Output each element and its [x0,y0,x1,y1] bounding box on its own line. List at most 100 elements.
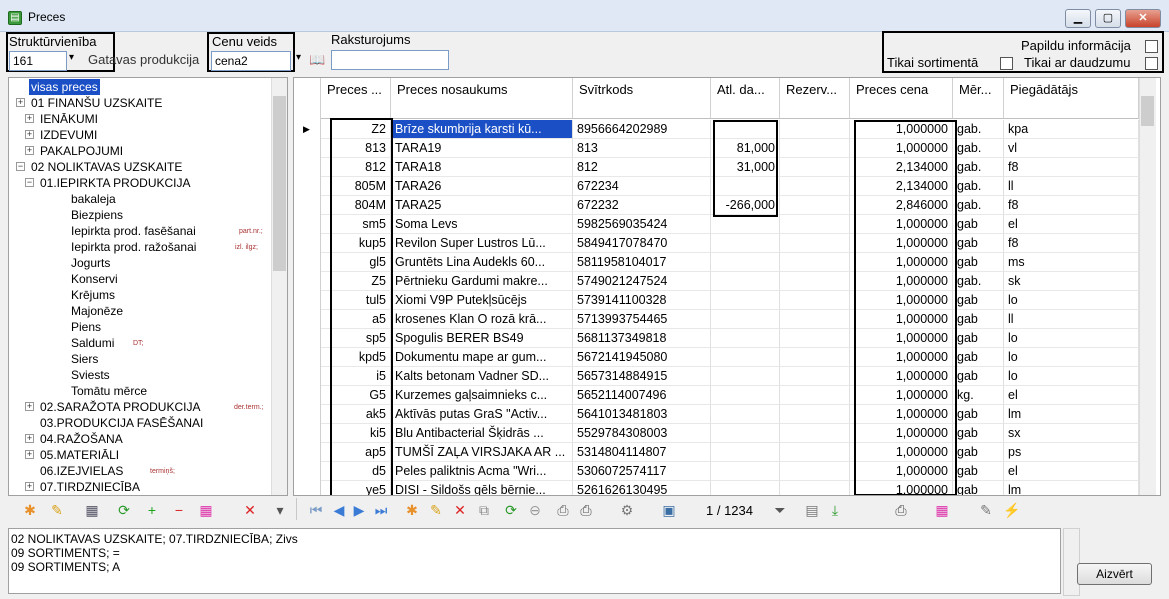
tree-scroll-thumb[interactable] [273,96,286,271]
refresh-icon[interactable]: ⟳ [114,500,134,520]
grid-cell[interactable]: 5672141945080 [573,348,711,367]
grid-cell[interactable] [780,329,850,348]
expand-toggle-icon[interactable]: + [25,114,34,123]
grid-cell[interactable] [711,215,780,234]
grid-cell[interactable] [711,272,780,291]
grid-cell[interactable] [711,386,780,405]
grid-cell[interactable]: 672232 [573,196,711,215]
grid-cell[interactable]: gab [953,234,1004,253]
grid-cell[interactable] [711,424,780,443]
grid-cell[interactable]: TARA18 [391,158,573,177]
sortiment-checkbox[interactable] [1000,57,1013,70]
grid-cell[interactable]: lo [1004,291,1139,310]
grid-cell[interactable]: DISI - Sildošs gēls bērnie... [391,481,573,495]
grid-cell[interactable]: gab. [953,196,1004,215]
printer-icon[interactable]: ⎙ [891,500,911,520]
grid-icon[interactable]: ▦ [196,500,216,520]
grid-cell[interactable]: 5261626130495 [573,481,711,495]
tree-item[interactable]: 02.SARAŽOTA PRODUKCIJA [40,399,200,415]
cenu-input[interactable] [211,51,291,71]
grid-cell[interactable]: Revilon Super Lustros Lū... [391,234,573,253]
grid-cell[interactable] [780,348,850,367]
import-icon[interactable]: ⤓ [825,500,845,520]
grid-cell[interactable]: TARA19 [391,139,573,158]
grid-cell[interactable]: Xiomi V9P Putekļsūcējs [391,291,573,310]
grid-cell[interactable]: Gruntēts Lina Audekls 60... [391,253,573,272]
tree-item[interactable]: visas preces [29,79,100,95]
edit-icon[interactable]: ✎ [426,500,446,520]
grid-cell[interactable] [711,348,780,367]
grid-cell[interactable]: f8 [1004,234,1139,253]
grid-cell[interactable] [780,215,850,234]
raksturojums-input[interactable] [331,50,449,70]
grid-cell[interactable] [711,443,780,462]
column-header[interactable]: Piegādātājs [1004,78,1139,119]
grid-cell[interactable]: Kalts betonam Vadner SD... [391,367,573,386]
copy-icon[interactable]: ⧉ [474,500,494,520]
grid-cell[interactable]: 812 [573,158,711,177]
grid-cell[interactable]: f8 [1004,158,1139,177]
grid-cell[interactable]: f8 [1004,196,1139,215]
printer-icon[interactable]: ⎙ [576,500,596,520]
expand-toggle-icon[interactable]: + [25,130,34,139]
grid-cell[interactable]: 5982569035424 [573,215,711,234]
grid-cell[interactable]: TARA25 [391,196,573,215]
grid-cell[interactable] [711,367,780,386]
grid-cell[interactable]: gab [953,310,1004,329]
grid-cell[interactable]: 5314804114807 [573,443,711,462]
grid-cell[interactable] [780,424,850,443]
add-icon[interactable]: + [142,500,162,520]
add-star-icon[interactable]: ✱ [402,500,422,520]
tree-item[interactable]: Tomātu mērce [71,383,147,399]
grid-cell[interactable]: 5811958104017 [573,253,711,272]
grid-cell[interactable]: kg. [953,386,1004,405]
grid-cell[interactable]: Spogulis BERER BS49 [391,329,573,348]
grid-cell[interactable]: 5652114007496 [573,386,711,405]
grid-cell[interactable]: ps [1004,443,1139,462]
grid-icon[interactable]: ▦ [932,500,952,520]
grid-cell[interactable]: 5529784308003 [573,424,711,443]
grid-cell[interactable] [780,234,850,253]
grid-cell[interactable]: Soma Levs [391,215,573,234]
grid-cell[interactable]: gab. [953,272,1004,291]
struktura-input[interactable] [9,51,67,71]
tree-item[interactable]: 02 NOLIKTAVAS UZSKAITE [31,159,182,175]
column-header[interactable]: Preces nosaukums [391,78,573,119]
column-header[interactable]: Atl. da... [711,78,780,119]
grid-cell[interactable]: 5681137349818 [573,329,711,348]
grid-cell[interactable] [780,196,850,215]
grid-cell[interactable]: gab [953,253,1004,272]
grid-cell[interactable]: gab [953,215,1004,234]
expand-toggle-icon[interactable]: − [25,178,34,187]
minimize-button[interactable]: ▁ [1065,9,1091,28]
grid-cell[interactable]: gab [953,481,1004,495]
grid-cell[interactable]: lm [1004,481,1139,495]
grid-cell[interactable]: TUMŠĪ ZAĻA VIRSJAKA AR ... [391,443,573,462]
tree-item[interactable]: 06.IZEJVIELAS [40,463,123,479]
grid-cell[interactable] [711,253,780,272]
grid-cell[interactable] [780,367,850,386]
note-icon[interactable]: ✎ [976,500,996,520]
grid-cell[interactable]: lo [1004,348,1139,367]
grid-cell[interactable]: 672234 [573,177,711,196]
daudzumu-checkbox[interactable] [1145,57,1158,70]
grid-cell[interactable]: 8956664202989 [573,120,711,139]
list-icon[interactable]: ▤ [802,500,822,520]
grid-cell[interactable] [711,405,780,424]
view-icon[interactable]: ▦ [82,500,102,520]
grid-cell[interactable] [780,158,850,177]
filter-icon[interactable]: ⏷ [770,500,790,520]
grid-cell[interactable]: Pērtnieku Gardumi makre... [391,272,573,291]
cancel-icon[interactable]: ⊖ [525,500,545,520]
grid-cell[interactable] [780,272,850,291]
remove-icon[interactable]: − [169,500,189,520]
expand-toggle-icon[interactable]: + [25,146,34,155]
delete-icon[interactable]: ✕ [240,500,260,520]
grid-cell[interactable]: 5749021247524 [573,272,711,291]
grid-cell[interactable]: gab. [953,177,1004,196]
tree-item[interactable]: IENĀKUMI [40,111,98,127]
tree-item[interactable]: Krējums [71,287,115,303]
grid-cell[interactable]: Kurzemes gaļsaimnieks c... [391,386,573,405]
tree-item[interactable]: Biezpiens [71,207,123,223]
tree-item[interactable]: 01.IEPIRKTA PRODUKCIJA [40,175,191,191]
